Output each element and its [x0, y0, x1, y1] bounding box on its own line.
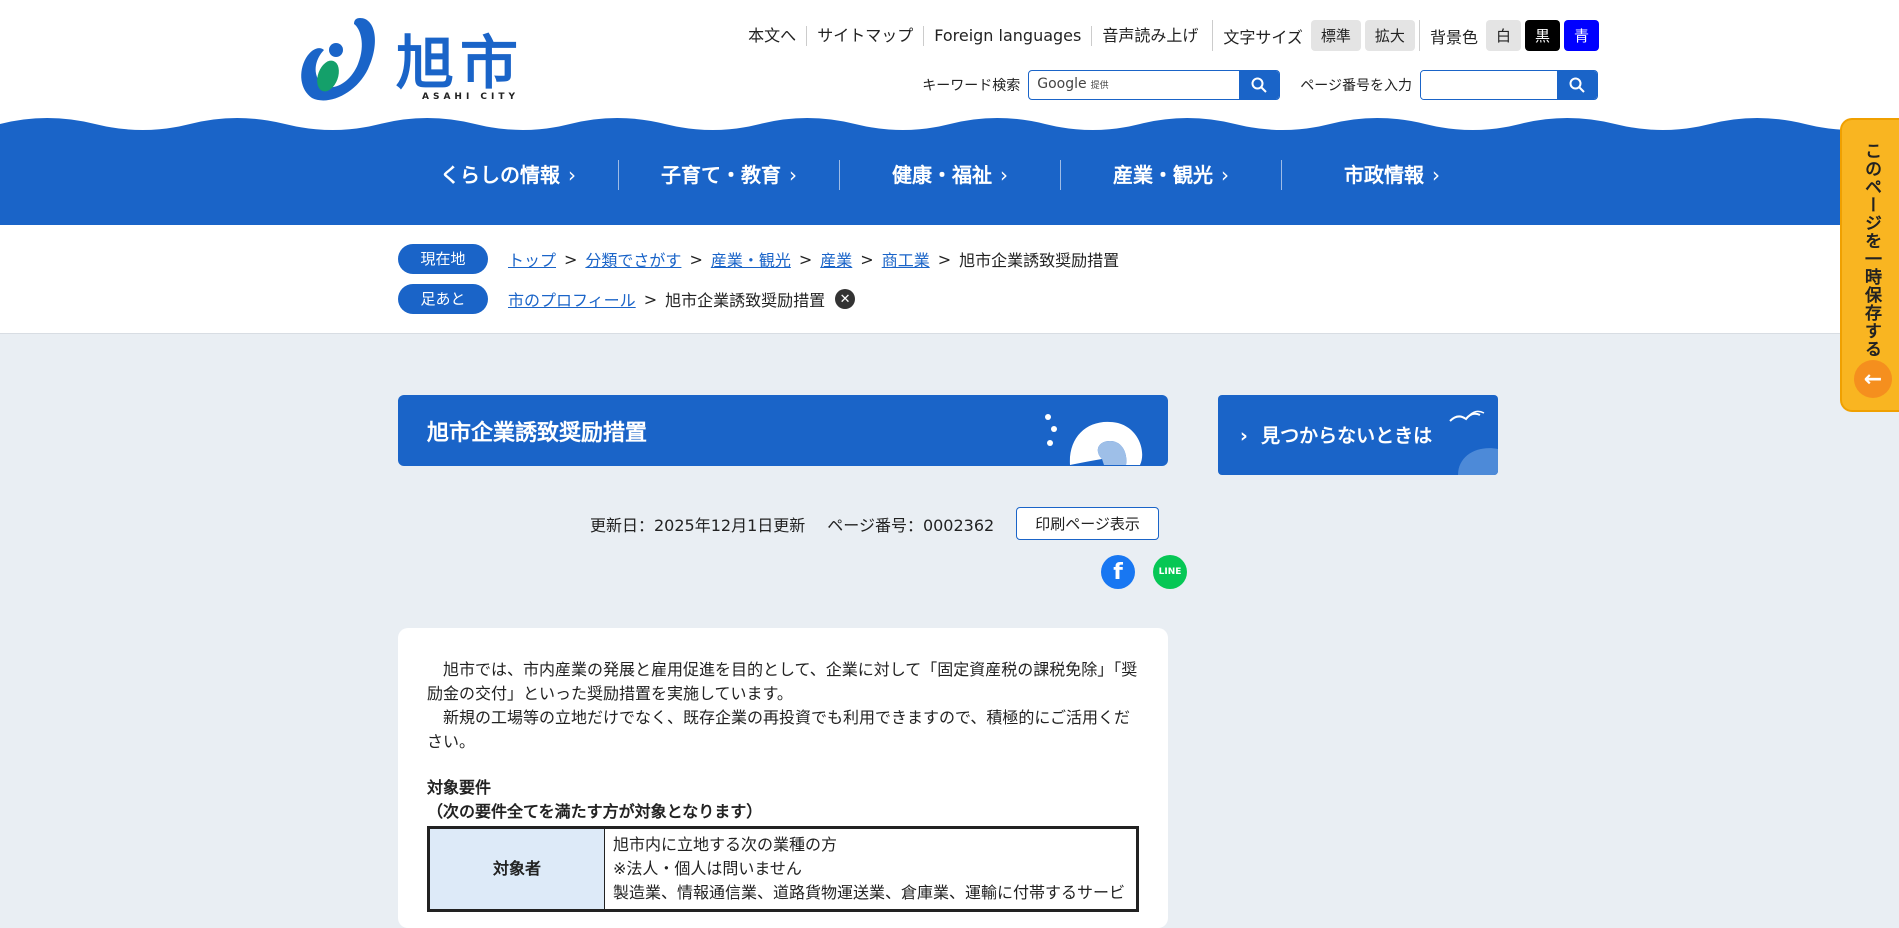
table-cell-line: ※法人・個人は問いません [613, 859, 802, 878]
requirements-table: 対象者 旭市内に立地する次の業種の方 ※法人・個人は問いません 製造業、情報通信… [427, 826, 1139, 912]
read-aloud-link[interactable]: 音声読み上げ [1091, 25, 1208, 46]
line-icon[interactable]: LINE [1153, 555, 1187, 589]
keyword-search-button[interactable] [1239, 71, 1280, 99]
breadcrumb: 現在地 トップ > 分類でさがす > 産業・観光 > 産業 > 商工業 > 旭市企業誘致奨… [398, 244, 1119, 274]
breadcrumb-link-top[interactable]: トップ [508, 247, 556, 271]
table-cell-line: 旭市内に立地する次の業種の方 [613, 835, 838, 854]
nav-item-label: 健康・福祉 [892, 163, 992, 187]
bg-black-button[interactable]: 黒 [1524, 20, 1560, 51]
chevron-right-icon: › [568, 163, 576, 187]
page-number-input[interactable] [1421, 71, 1557, 99]
site-header: 旭市 ASAHI CITY 本文へ サイトマップ Foreign languag… [0, 0, 1899, 130]
google-sub-label: 提供 [1090, 81, 1109, 91]
breadcrumb-link-industry-tourism[interactable]: 産業・観光 [711, 247, 791, 271]
search-row: キーワード検索 Google 提供 ページ番号を入力 [922, 70, 1598, 100]
logo-text: 旭市 [396, 29, 525, 97]
nav-item-childcare[interactable]: 子育て・教育 › [618, 160, 839, 190]
updated-date: 更新日：2025年12月1日更新 [590, 515, 806, 535]
google-label: Google [1037, 76, 1087, 92]
page-title-box: 旭市企業誘致奨励措置 [398, 395, 1168, 466]
page-meta: 更新日：2025年12月1日更新 ページ番号：0002362 印刷ページ表示 [590, 507, 1159, 540]
breadcrumb-current-page: 旭市企業誘致奨励措置 [959, 251, 1120, 270]
nav-item-industry[interactable]: 産業・観光 › [1060, 160, 1281, 190]
nav-item-label: 子育て・教育 [661, 163, 781, 187]
page-number: ページ番号：0002362 [827, 515, 995, 535]
background-color-label: 背景色 [1429, 27, 1478, 47]
page-title: 旭市企業誘致奨励措置 [427, 421, 648, 446]
font-size-standard-button[interactable]: 標準 [1310, 20, 1361, 51]
font-size-group: 文字サイズ 標準 拡大 [1212, 20, 1415, 51]
keyword-search-label: キーワード検索 [922, 78, 1021, 94]
breadcrumb-link-commerce[interactable]: 商工業 [882, 247, 930, 271]
bg-blue-button[interactable]: 青 [1563, 20, 1599, 51]
close-icon[interactable]: ✕ [835, 289, 856, 309]
save-page-tab[interactable]: このページを一時保存する ← [1840, 118, 1899, 412]
skip-to-content-link[interactable]: 本文へ [738, 26, 806, 46]
not-found-banner[interactable]: › 見つからないときは [1218, 395, 1498, 475]
breadcrumb-area: 現在地 トップ > 分類でさがす > 産業・観光 > 産業 > 商工業 > 旭市企業誘致奨… [0, 225, 1899, 334]
chevron-right-icon: › [789, 163, 797, 187]
bg-white-button[interactable]: 白 [1485, 20, 1521, 51]
history-trail: 足あと 市のプロフィール > 旭市企業誘致奨励措置 ✕ [398, 284, 856, 314]
nav-item-health[interactable]: 健康・福祉 › [839, 160, 1060, 190]
table-cell-line: 製造業、情報通信業、道路貨物運送業、倉庫業、運輸に付帯するサービ [613, 883, 1126, 902]
global-nav: くらしの情報 › 子育て・教育 › 健康・福祉 › 産業・観光 › 市政情報 › [0, 130, 1899, 225]
font-size-large-button[interactable]: 拡大 [1364, 20, 1415, 51]
background-color-group: 背景色 白 黒 青 [1418, 20, 1599, 51]
nav-item-living[interactable]: くらしの情報 › [398, 160, 618, 190]
search-icon [1251, 77, 1267, 93]
sitemap-link[interactable]: サイトマップ [806, 25, 923, 46]
not-found-label: 見つからないときは [1261, 425, 1433, 447]
table-row: 対象者 旭市内に立地する次の業種の方 ※法人・個人は問いません 製造業、情報通信… [428, 827, 1138, 911]
logo-mark-icon [301, 18, 375, 101]
intro-paragraph-1: 旭市では、市内産業の発展と雇用促進を目的として、企業に対して「固定資産税の課税免… [427, 660, 1138, 703]
nav-item-label: 産業・観光 [1113, 163, 1213, 187]
nav-item-label: くらしの情報 [440, 163, 560, 187]
history-current-page: 旭市企業誘致奨励措置 [665, 291, 826, 310]
breadcrumb-link-category[interactable]: 分類でさがす [585, 247, 681, 271]
page-number-box [1420, 70, 1598, 100]
arrow-left-icon: ← [1854, 360, 1892, 398]
chevron-right-icon: › [1240, 425, 1248, 447]
section-heading: 対象要件 [427, 778, 492, 797]
search-icon [1569, 77, 1585, 93]
foreign-languages-link[interactable]: Foreign languages [923, 25, 1091, 46]
history-badge: 足あと [398, 284, 488, 314]
seagull-wave-icon [1449, 410, 1498, 475]
page-number-label: ページ番号を入力 [1300, 78, 1412, 94]
chevron-right-icon: › [1432, 163, 1440, 187]
chevron-right-icon: › [1000, 163, 1008, 187]
not-found-text: › 見つからないときは [1240, 421, 1432, 448]
history-link-profile[interactable]: 市のプロフィール [508, 287, 636, 311]
facebook-icon[interactable]: f [1101, 555, 1135, 589]
nav-item-city-admin[interactable]: 市政情報 › [1281, 160, 1502, 190]
nav-item-label: 市政情報 [1344, 163, 1424, 187]
save-page-label: このページを一時保存する [1861, 142, 1881, 358]
print-button[interactable]: 印刷ページ表示 [1016, 507, 1159, 540]
utility-links: 本文へ サイトマップ Foreign languages 音声読み上げ 文字サイ… [738, 20, 1599, 51]
site-logo[interactable]: 旭市 ASAHI CITY [298, 14, 538, 106]
logo-subtext: ASAHI CITY [422, 92, 520, 102]
keyword-search-box: Google 提供 [1028, 70, 1281, 100]
table-cell: 旭市内に立地する次の業種の方 ※法人・個人は問いません 製造業、情報通信業、道路… [604, 827, 1138, 911]
font-size-label: 文字サイズ [1223, 27, 1303, 47]
current-location-badge: 現在地 [398, 244, 488, 274]
keyword-search-input[interactable]: Google 提供 [1029, 71, 1239, 99]
table-header-cell: 対象者 [428, 827, 605, 911]
breadcrumb-link-industry[interactable]: 産業 [820, 247, 852, 271]
page-number-search-button[interactable] [1557, 71, 1597, 99]
intro-paragraph-2: 新規の工場等の立地だけでなく、既存企業の再投資でも利用できますので、積極的にご活… [427, 708, 1131, 751]
share-buttons: f LINE [1083, 555, 1187, 589]
section-subheading: （次の要件全てを満たす方が対象となります） [427, 802, 763, 821]
chevron-right-icon: › [1221, 163, 1229, 187]
main-content: 旭市では、市内産業の発展と雇用促進を目的として、企業に対して「固定資産税の課税免… [398, 628, 1168, 928]
wave-decoration-icon [1045, 414, 1143, 465]
